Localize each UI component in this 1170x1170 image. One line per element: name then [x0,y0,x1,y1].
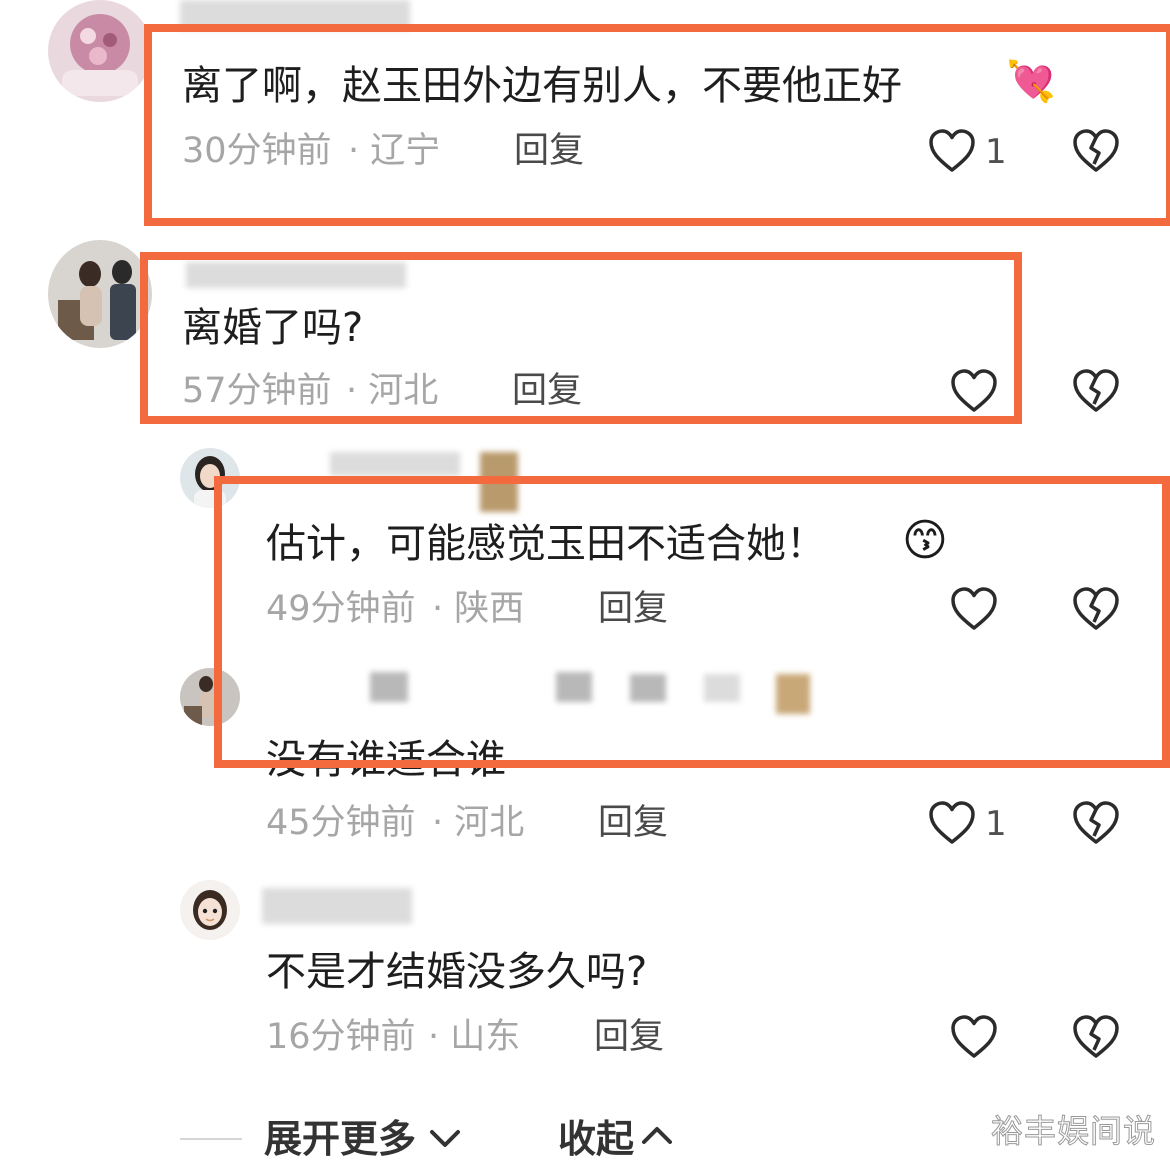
broken-heart-icon[interactable] [1072,1014,1120,1060]
highlight-box [140,252,1022,424]
comment-location: · 河北 [432,803,525,843]
avatar[interactable] [48,0,152,102]
username-blurred [330,452,460,476]
avatar[interactable] [180,880,240,940]
watermark: 裕丰娱间说 [990,1112,1156,1151]
comment-text: 不是才结婚没多久吗? [266,949,648,995]
chevron-up-icon[interactable] [640,1124,674,1150]
avatar[interactable] [48,240,152,348]
expand-more-button[interactable]: 展开更多 [264,1116,416,1162]
reply-button[interactable]: 回复 [594,1016,664,1058]
chevron-down-icon[interactable] [428,1128,462,1154]
divider-line [180,1138,242,1140]
heart-outline-icon[interactable] [950,1014,998,1060]
comment-time: 16分钟前 [266,1017,416,1057]
avatar-image [180,880,240,940]
broken-heart-icon[interactable] [1072,368,1120,414]
heart-outline-icon[interactable] [928,800,976,846]
broken-heart-icon[interactable] [1072,800,1120,846]
username-blurred [262,888,412,924]
like-count: 1 [985,804,1007,844]
highlight-box [214,476,1170,768]
collapse-button[interactable]: 收起 [558,1116,634,1162]
avatar-image [48,240,152,348]
reply-button[interactable]: 回复 [598,802,668,844]
comment-time: 45分钟前 [266,803,416,843]
comment-location: · 山东 [428,1017,521,1057]
highlight-box [144,24,1170,226]
avatar-image [48,0,152,102]
